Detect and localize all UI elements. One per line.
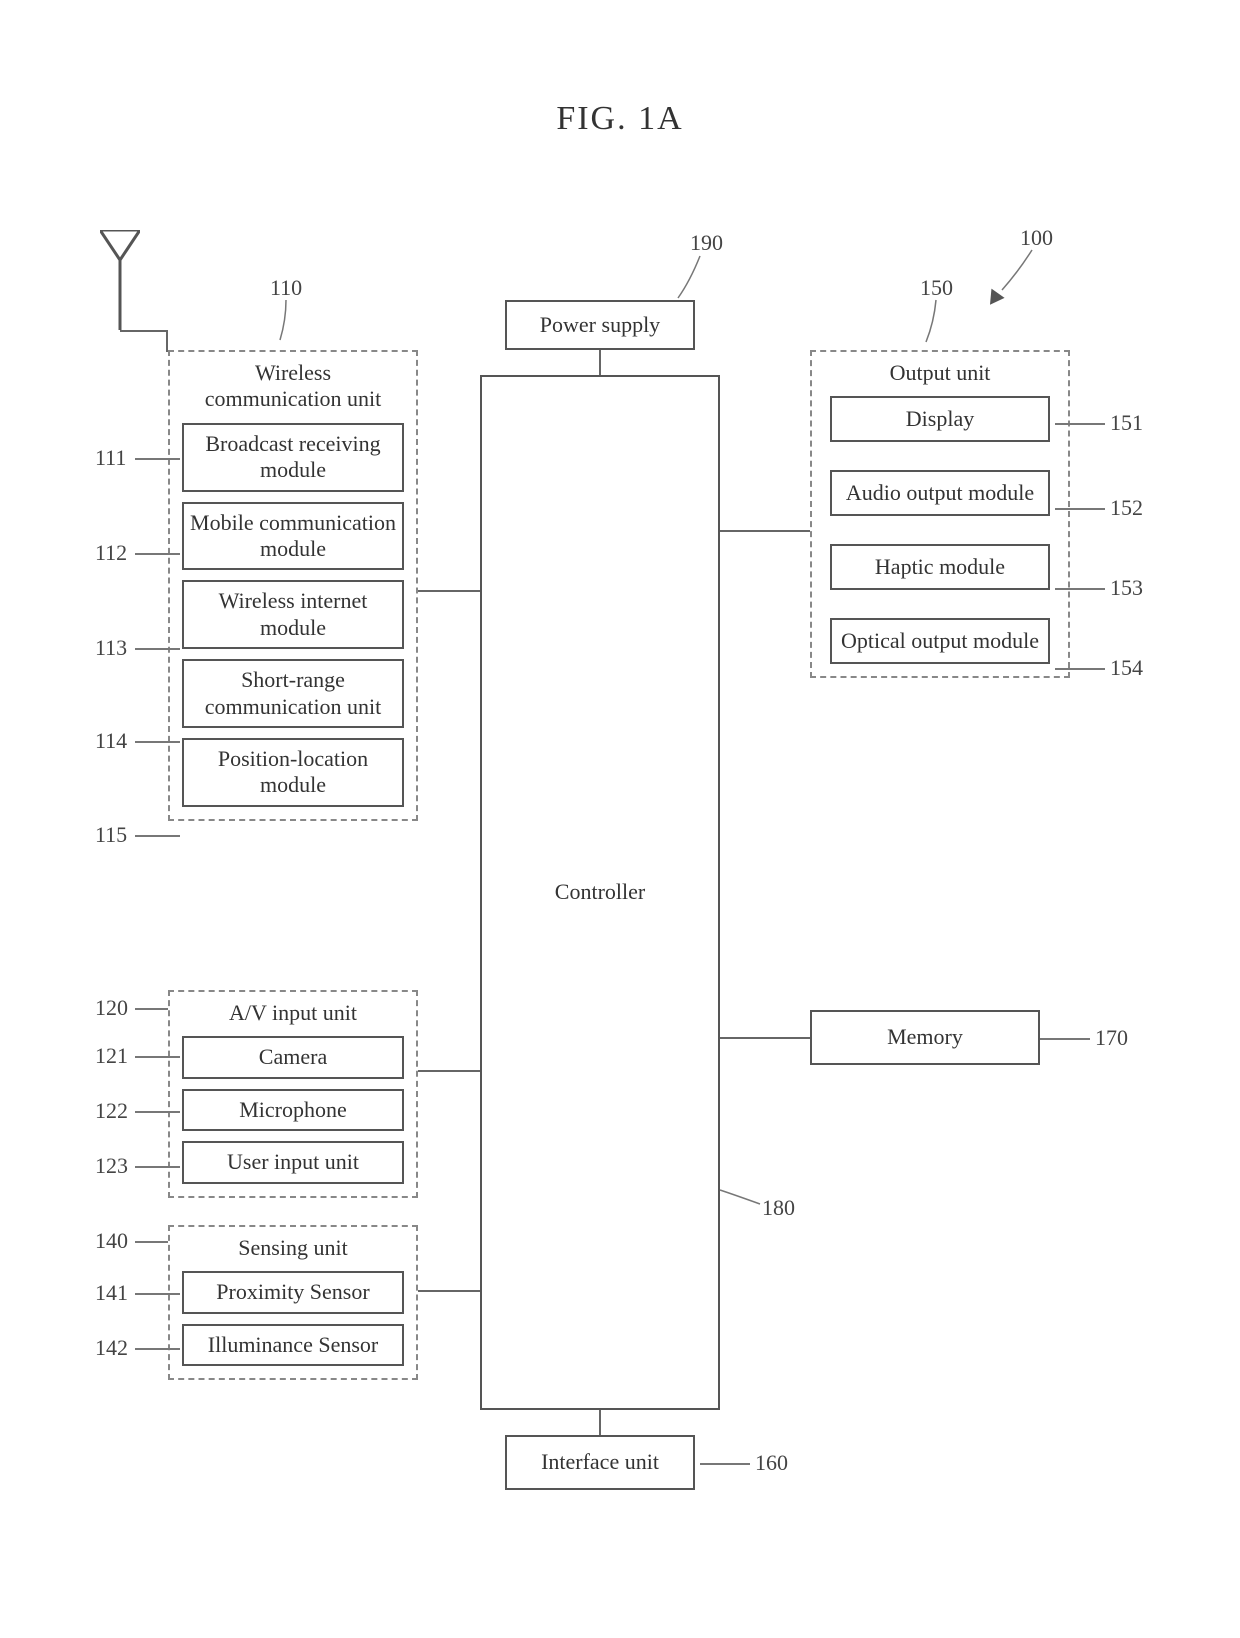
user-input-unit: User input unit bbox=[182, 1141, 404, 1183]
connector bbox=[599, 350, 601, 375]
mobile-communication-module: Mobile communication module bbox=[182, 502, 404, 571]
connector bbox=[120, 330, 168, 332]
connector bbox=[599, 1410, 601, 1435]
ref-115: 115 bbox=[95, 822, 127, 848]
output-title: Output unit bbox=[830, 360, 1050, 386]
leader bbox=[135, 835, 180, 837]
leader bbox=[135, 1008, 168, 1010]
output-unit-group: Output unit Display Audio output module … bbox=[810, 350, 1070, 678]
connector bbox=[720, 530, 810, 532]
ref-100: 100 bbox=[1020, 225, 1053, 251]
leader bbox=[135, 1348, 180, 1350]
antenna-icon bbox=[100, 230, 140, 330]
ref-120: 120 bbox=[95, 995, 128, 1021]
ref-122: 122 bbox=[95, 1098, 128, 1124]
connector bbox=[720, 1037, 810, 1039]
sensing-unit-group: Sensing unit Proximity Sensor Illuminanc… bbox=[168, 1225, 418, 1380]
ref-150: 150 bbox=[920, 275, 953, 301]
ref-114: 114 bbox=[95, 728, 127, 754]
leader bbox=[1040, 1038, 1090, 1040]
wireless-internet-module: Wireless internet module bbox=[182, 580, 404, 649]
sensing-title: Sensing unit bbox=[182, 1235, 404, 1261]
position-location-module: Position-location module bbox=[182, 738, 404, 807]
memory-block: Memory bbox=[810, 1010, 1040, 1065]
camera: Camera bbox=[182, 1036, 404, 1078]
ref-154: 154 bbox=[1110, 655, 1143, 681]
leader bbox=[135, 1111, 180, 1113]
wireless-communication-unit-group: Wireless communication unit Broadcast re… bbox=[168, 350, 418, 821]
leader bbox=[700, 1463, 750, 1465]
ref-160: 160 bbox=[755, 1450, 788, 1476]
leader bbox=[135, 1056, 180, 1058]
ref-170: 170 bbox=[1095, 1025, 1128, 1051]
leader bbox=[1055, 508, 1105, 510]
leader bbox=[135, 648, 180, 650]
leader bbox=[135, 553, 180, 555]
leader bbox=[135, 1293, 180, 1295]
ref-153: 153 bbox=[1110, 575, 1143, 601]
illuminance-sensor: Illuminance Sensor bbox=[182, 1324, 404, 1366]
leader bbox=[135, 741, 180, 743]
figure-title: FIG. 1A bbox=[0, 100, 1240, 138]
proximity-sensor: Proximity Sensor bbox=[182, 1271, 404, 1313]
interface-unit-label: Interface unit bbox=[541, 1449, 659, 1475]
memory-label: Memory bbox=[887, 1024, 963, 1050]
leader bbox=[135, 458, 180, 460]
ref-180: 180 bbox=[762, 1195, 795, 1221]
ref-152: 152 bbox=[1110, 495, 1143, 521]
ref-123: 123 bbox=[95, 1153, 128, 1179]
connector bbox=[418, 1290, 480, 1292]
ref-112: 112 bbox=[95, 540, 127, 566]
leader bbox=[135, 1241, 168, 1243]
optical-output-module: Optical output module bbox=[830, 618, 1050, 664]
av-input-title: A/V input unit bbox=[182, 1000, 404, 1026]
broadcast-receiving-module: Broadcast receiving module bbox=[182, 423, 404, 492]
ref-110: 110 bbox=[270, 275, 302, 301]
connector bbox=[418, 590, 480, 592]
ref-151: 151 bbox=[1110, 410, 1143, 436]
power-supply-block: Power supply bbox=[505, 300, 695, 350]
av-input-unit-group: A/V input unit Camera Microphone User in… bbox=[168, 990, 418, 1198]
ref-121: 121 bbox=[95, 1043, 128, 1069]
microphone: Microphone bbox=[182, 1089, 404, 1131]
ref-113: 113 bbox=[95, 635, 127, 661]
ref-190: 190 bbox=[690, 230, 723, 256]
arrowhead-icon bbox=[983, 289, 1004, 310]
leader bbox=[135, 1166, 180, 1168]
ref-140: 140 bbox=[95, 1228, 128, 1254]
leader bbox=[1055, 588, 1105, 590]
interface-unit-block: Interface unit bbox=[505, 1435, 695, 1490]
wireless-title: Wireless communication unit bbox=[182, 360, 404, 413]
ref-111: 111 bbox=[95, 445, 126, 471]
audio-output-module: Audio output module bbox=[830, 470, 1050, 516]
haptic-module: Haptic module bbox=[830, 544, 1050, 590]
power-supply-label: Power supply bbox=[540, 312, 660, 338]
controller-block: Controller bbox=[480, 375, 720, 1410]
connector bbox=[418, 1070, 480, 1072]
connector bbox=[166, 330, 168, 352]
display: Display bbox=[830, 396, 1050, 442]
ref-141: 141 bbox=[95, 1280, 128, 1306]
leader bbox=[1055, 423, 1105, 425]
ref-142: 142 bbox=[95, 1335, 128, 1361]
controller-label: Controller bbox=[555, 879, 645, 905]
leader bbox=[1055, 668, 1105, 670]
short-range-communication-unit: Short-range communication unit bbox=[182, 659, 404, 728]
